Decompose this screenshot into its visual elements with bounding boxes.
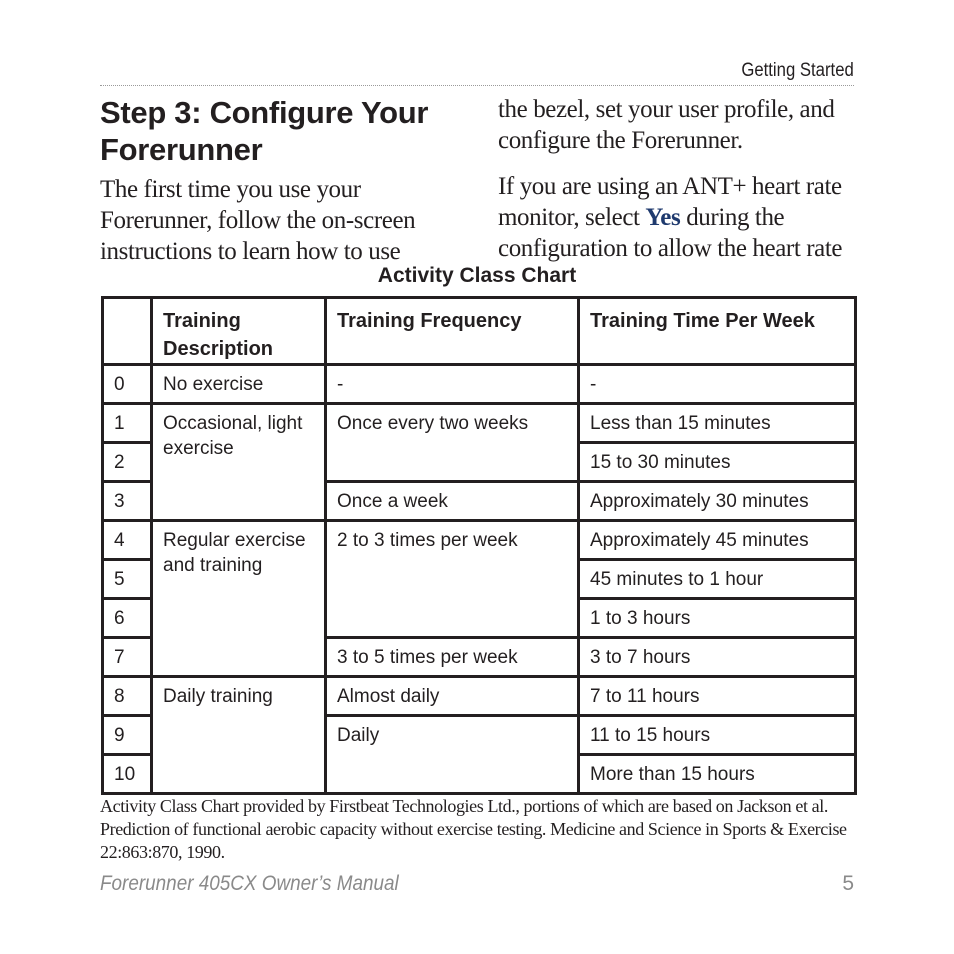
frequency-cell: Almost daily — [324, 675, 580, 717]
frequency-cell: Once a week — [324, 480, 580, 522]
class-cell: 0 — [101, 363, 153, 405]
activity-class-table: Training Description Training Frequency … — [101, 296, 857, 795]
description-cell: Regular exercise and training — [150, 519, 327, 678]
right-column: the bezel, set your user profile, and co… — [498, 94, 858, 264]
time-cell: 15 to 30 minutes — [577, 441, 857, 483]
table-row: 0 No exercise - - — [101, 363, 857, 405]
intro-paragraph: The first time you use your Forerunner, … — [100, 176, 416, 265]
header-training-frequency: Training Frequency — [324, 296, 580, 366]
time-cell: Approximately 30 minutes — [577, 480, 857, 522]
header-class — [101, 296, 153, 366]
running-header-section: Getting Started — [741, 60, 854, 81]
activity-chart-title: Activity Class Chart — [377, 264, 577, 287]
table-row: 8 Daily training Almost daily 7 to 11 ho… — [101, 675, 857, 795]
time-cell: Less than 15 minutes — [577, 402, 857, 444]
description-cell: Occasional, light exercise — [150, 402, 327, 522]
time-cell: More than 15 hours — [577, 753, 857, 795]
footer-manual-title: Forerunner 405CX Owner’s Manual — [100, 872, 399, 895]
class-cell: 10 — [101, 753, 153, 795]
class-cell: 9 — [101, 714, 153, 756]
header-training-time: Training Time Per Week — [577, 296, 857, 366]
class-cell: 6 — [101, 597, 153, 639]
description-cell: Daily training — [150, 675, 327, 795]
time-cell: 7 to 11 hours — [577, 675, 857, 717]
time-cell: 45 minutes to 1 hour — [577, 558, 857, 600]
yes-option-emphasis: Yes — [645, 204, 681, 231]
table-footnote: Activity Class Chart provided by Firstbe… — [100, 796, 847, 862]
class-cell: 2 — [101, 441, 153, 483]
intro-paragraph-continued: the bezel, set your user profile, and co… — [498, 96, 835, 154]
class-cell: 4 — [101, 519, 153, 561]
left-column: Step 3: Configure Your Forerunner The fi… — [100, 94, 460, 267]
class-cell: 3 — [101, 480, 153, 522]
description-cell: No exercise — [150, 363, 327, 405]
page-number: 5 — [842, 872, 854, 895]
time-cell: 1 to 3 hours — [577, 597, 857, 639]
heart-rate-paragraph: If you are using an ANT+ heart rate moni… — [498, 171, 858, 264]
frequency-cell: 3 to 5 times per week — [324, 636, 580, 678]
frequency-cell: - — [324, 363, 580, 405]
class-cell: 1 — [101, 402, 153, 444]
time-cell: - — [577, 363, 857, 405]
page-heading: Step 3: Configure Your Forerunner — [100, 95, 429, 167]
frequency-cell: 2 to 3 times per week — [324, 519, 580, 639]
time-cell: Approximately 45 minutes — [577, 519, 857, 561]
header-training-description: Training Description — [150, 296, 327, 366]
header-divider — [100, 85, 854, 86]
class-cell: 5 — [101, 558, 153, 600]
table-row: 4 Regular exercise and training 2 to 3 t… — [101, 519, 857, 678]
table-row: 1 Occasional, light exercise Once every … — [101, 402, 857, 522]
class-cell: 8 — [101, 675, 153, 717]
time-cell: 11 to 15 hours — [577, 714, 857, 756]
frequency-cell: Once every two weeks — [324, 402, 580, 483]
frequency-cell: Daily — [324, 714, 580, 795]
class-cell: 7 — [101, 636, 153, 678]
time-cell: 3 to 7 hours — [577, 636, 857, 678]
table-header-row: Training Description Training Frequency … — [101, 296, 857, 366]
